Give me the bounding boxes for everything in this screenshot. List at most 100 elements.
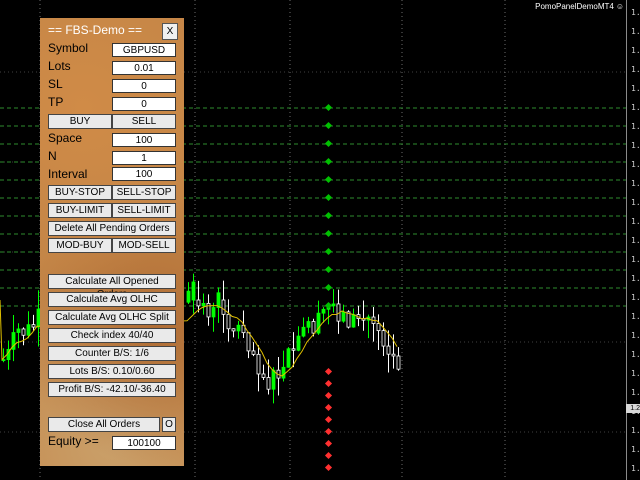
- candle-body: [26, 324, 31, 336]
- sell-order-marker: [324, 403, 333, 412]
- price-tick-label: 1.2: [631, 8, 640, 17]
- candle-body: [386, 345, 391, 355]
- calculate-opened-orders-button[interactable]: Calculate All Opened Orders: [48, 274, 176, 300]
- price-tick-label: 1.2: [631, 312, 640, 321]
- buy-order-marker: [324, 265, 333, 274]
- equity-label: Equity >=: [48, 434, 99, 448]
- profit-bs-display: Profit B/S: -42.10/-36.40: [48, 382, 176, 397]
- buy-limit-button[interactable]: BUY-LIMIT: [48, 203, 112, 218]
- candle-body: [321, 308, 326, 314]
- candle-body: [281, 366, 286, 379]
- space-input[interactable]: 100: [112, 133, 176, 147]
- lots-input[interactable]: 0.01: [112, 61, 176, 75]
- price-tick-label: 1.2: [631, 141, 640, 150]
- candle-body: [31, 324, 36, 328]
- mod-sell-button[interactable]: MOD-SELL: [112, 238, 176, 253]
- sell-order-marker: [324, 391, 333, 400]
- symbol-label: Symbol: [48, 41, 89, 55]
- buy-button[interactable]: BUY: [48, 114, 112, 129]
- delete-pending-orders-button[interactable]: Delete All Pending Orders: [48, 221, 176, 236]
- buy-stop-button[interactable]: BUY-STOP: [48, 185, 112, 200]
- candle-body: [231, 328, 236, 332]
- interval-label: Interval: [48, 167, 88, 181]
- sell-order-marker: [324, 439, 333, 448]
- equity-input[interactable]: 100100: [112, 436, 176, 450]
- tp-input[interactable]: 0: [112, 97, 176, 111]
- sl-label: SL: [48, 77, 63, 91]
- panel-title: == FBS-Demo ==: [48, 23, 143, 37]
- calculate-avg-ohlc-button[interactable]: Calculate Avg OLHC: [48, 292, 176, 307]
- sl-input[interactable]: 0: [112, 79, 176, 93]
- close-panel-button[interactable]: X: [162, 23, 178, 40]
- indicator-label: PomoPanelDemoMT4 ☺: [535, 2, 624, 11]
- lots-label: Lots: [48, 59, 71, 73]
- candle-body: [201, 303, 206, 307]
- price-tick-label: 1.2: [631, 46, 640, 55]
- buy-order-marker: [324, 157, 333, 166]
- candle-body: [256, 353, 261, 375]
- candle-body: [291, 348, 296, 351]
- sell-order-marker: [324, 367, 333, 376]
- price-tick-label: 1.2: [631, 27, 640, 36]
- buy-order-marker: [324, 193, 333, 202]
- candle-body: [196, 299, 201, 307]
- buy-order-marker: [324, 247, 333, 256]
- current-price-marker: 1.2: [626, 404, 640, 413]
- trade-panel: == FBS-Demo == X Symbol GBPUSD Lots 0.01…: [40, 18, 184, 466]
- price-tick-label: 1.2: [631, 293, 640, 302]
- counter-display: Counter B/S: 1/6: [48, 346, 176, 361]
- sell-order-marker: [324, 463, 333, 472]
- candle-body: [381, 330, 386, 347]
- buy-order-marker: [324, 175, 333, 184]
- sell-stop-button[interactable]: SELL-STOP: [112, 185, 176, 200]
- price-tick-label: 1.2: [631, 331, 640, 340]
- buy-order-marker: [324, 139, 333, 148]
- candle-body: [331, 303, 336, 307]
- interval-input[interactable]: 100: [112, 167, 176, 181]
- price-tick-label: 1.2: [631, 369, 640, 378]
- sell-order-marker: [324, 451, 333, 460]
- candle-body: [261, 373, 266, 378]
- close-all-orders-button[interactable]: Close All Orders: [48, 417, 160, 432]
- n-label: N: [48, 149, 57, 163]
- buy-order-marker: [324, 283, 333, 292]
- price-tick-label: 1.2: [631, 350, 640, 359]
- symbol-input[interactable]: GBPUSD: [112, 43, 176, 57]
- sell-limit-button[interactable]: SELL-LIMIT: [112, 203, 176, 218]
- candle-body: [211, 307, 216, 318]
- candle-body: [251, 350, 256, 355]
- candle-body: [306, 321, 311, 328]
- price-tick-label: 1.2: [631, 103, 640, 112]
- sell-button[interactable]: SELL: [112, 114, 176, 129]
- smiley-icon: ☺: [615, 2, 624, 11]
- price-tick-label: 1.2: [631, 179, 640, 188]
- price-tick-label: 1.2: [631, 464, 640, 473]
- n-input[interactable]: 1: [112, 151, 176, 165]
- candle-body: [21, 328, 26, 336]
- order-markers: [324, 103, 333, 472]
- price-tick-label: 1.2: [631, 122, 640, 131]
- candle-body: [246, 332, 251, 352]
- candle-body: [341, 311, 346, 322]
- candle-body: [376, 323, 381, 332]
- price-tick-label: 1.2: [631, 426, 640, 435]
- check-index-display: Check index 40/40: [48, 328, 176, 343]
- candle-body: [226, 313, 231, 330]
- space-label: Space: [48, 131, 83, 145]
- close-all-option-button[interactable]: O: [162, 417, 176, 432]
- mod-buy-button[interactable]: MOD-BUY: [48, 238, 112, 253]
- candle-body: [311, 321, 316, 334]
- price-tick-label: 1.2: [631, 198, 640, 207]
- candle-body: [266, 377, 271, 390]
- buy-order-marker: [324, 121, 333, 130]
- calculate-avg-ohlc-split-button[interactable]: Calculate Avg OLHC Split: [48, 310, 176, 325]
- candle-body: [191, 281, 196, 301]
- candle-body: [391, 353, 396, 357]
- candle-body: [271, 369, 276, 390]
- price-tick-label: 1.2: [631, 274, 640, 283]
- price-tick-label: 1.2: [631, 65, 640, 74]
- candle-body: [16, 328, 21, 333]
- price-tick-label: 1.2: [631, 84, 640, 93]
- tp-label: TP: [48, 95, 64, 109]
- lots-bs-display: Lots B/S: 0.10/0.60: [48, 364, 176, 379]
